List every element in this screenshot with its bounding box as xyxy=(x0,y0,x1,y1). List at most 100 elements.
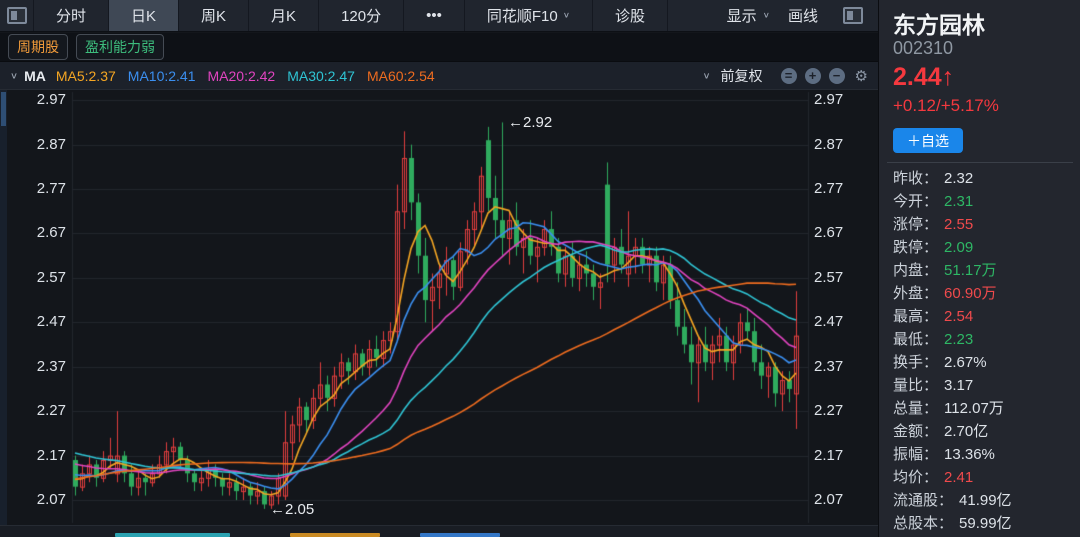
ma-group-label: MA xyxy=(24,68,46,84)
left-scrollbar[interactable] xyxy=(0,90,7,525)
collapse-left-panel-icon[interactable] xyxy=(0,0,34,31)
y-axis-label: 2.37 xyxy=(814,359,858,375)
stat-value: 2.23 xyxy=(944,328,973,351)
tab-0[interactable]: 分时 xyxy=(34,0,109,31)
tab-1[interactable]: 日K xyxy=(109,0,179,31)
y-axis-label: 2.27 xyxy=(814,403,858,419)
chevron-down-icon: ∨ xyxy=(763,11,770,20)
scrollbar-thumb[interactable] xyxy=(1,92,6,126)
stat-row: 跌停： 2.09 xyxy=(893,236,1075,259)
ma-indicator-bar: ∨ MA MA5:2.37MA10:2.41MA20:2.42MA30:2.47… xyxy=(0,62,878,90)
stat-value: 60.90万 xyxy=(944,282,997,305)
tab-label: 周K xyxy=(201,5,226,26)
tag-cyclical-stock[interactable]: 周期股 xyxy=(8,34,68,60)
stat-value: 13.36% xyxy=(944,443,995,466)
display-menu[interactable]: 显示 ∨ xyxy=(727,5,770,26)
stat-row: 换手：2.67% xyxy=(893,351,1075,374)
stat-row: 内盘： 51.17万 xyxy=(893,259,1075,282)
stat-label: 最低： xyxy=(893,328,938,351)
tab-label: 月K xyxy=(271,5,296,26)
zoom-buttons: = +− xyxy=(773,67,845,84)
zoom-out-button[interactable]: − xyxy=(829,68,845,84)
y-axis-label: 2.87 xyxy=(22,137,66,153)
quote-stats: 昨收：2.32今开：2.31涨停：2.55跌停：2.09内盘：51.17万外盘：… xyxy=(893,167,1075,535)
tab-7[interactable]: 诊股 xyxy=(593,0,668,31)
ma-legend-item: MA5:2.37 xyxy=(56,68,116,84)
tab-5[interactable]: ••• xyxy=(404,0,465,31)
tab-label: 诊股 xyxy=(615,5,645,26)
stat-value: 41.99亿 xyxy=(959,489,1012,512)
adjust-mode-dropdown[interactable]: 前复权 xyxy=(721,66,763,86)
add-watchlist-button[interactable]: ＋自选 xyxy=(893,128,963,153)
up-arrow-icon: ↑ xyxy=(942,63,955,91)
ma-legend-item: MA10:2.41 xyxy=(128,68,196,84)
ma-legend: MA5:2.37MA10:2.41MA20:2.42MA30:2.47MA60:… xyxy=(56,68,447,84)
stat-label: 金额： xyxy=(893,420,938,443)
y-axis-label: 2.37 xyxy=(22,359,66,375)
stat-label: 总量： xyxy=(893,397,938,420)
toolbar-right: 显示 ∨ 画线 xyxy=(727,0,878,31)
kline-chart-area: 2.972.972.872.872.772.772.672.672.572.57… xyxy=(0,90,878,525)
y-axis-label: 2.47 xyxy=(814,314,858,330)
tab-6[interactable]: 同花顺F10∨ xyxy=(465,0,593,31)
display-label: 显示 xyxy=(727,5,757,26)
cutoff-text-fragment xyxy=(420,533,500,537)
tab-4[interactable]: 120分 xyxy=(319,0,404,31)
panel-toggle-glyph xyxy=(843,7,863,24)
stat-label: 跌停： xyxy=(893,236,938,259)
stat-row: 振幅：13.36% xyxy=(893,443,1075,466)
tag-weak-profitability[interactable]: 盈利能力弱 xyxy=(76,34,164,60)
ma-bar-right: ∨ 前复权 = +− ⚙ xyxy=(702,66,868,86)
period-toolbar: 分时日K周K月K120分•••同花顺F10∨诊股 显示 ∨ 画线 xyxy=(0,0,878,32)
period-tabs: 分时 日K 周K 月K 120分 ••• 同花顺F10∨ 诊股 xyxy=(34,0,727,31)
stat-value: 51.17万 xyxy=(944,259,997,282)
tab-label: 日K xyxy=(131,5,156,26)
y-axis-label: 2.57 xyxy=(22,270,66,286)
stat-value: 2.70亿 xyxy=(944,420,988,443)
price-annotation: ←2.05 xyxy=(270,501,314,518)
y-axis-label: 2.67 xyxy=(814,225,858,241)
stat-row: 昨收：2.32 xyxy=(893,167,1075,190)
cutoff-text-fragment xyxy=(115,533,230,537)
draw-line-label: 画线 xyxy=(788,5,818,26)
gear-icon[interactable]: ⚙ xyxy=(855,67,868,85)
tab-2[interactable]: 周K xyxy=(179,0,249,31)
stock-name: 东方园林 xyxy=(893,6,985,40)
y-axis-label: 2.17 xyxy=(814,448,858,464)
stat-value: 2.54 xyxy=(944,305,973,328)
volume-pane-cutoff xyxy=(0,525,878,537)
stat-label: 外盘： xyxy=(893,282,938,305)
stat-row: 涨停：2.55 xyxy=(893,213,1075,236)
stat-row: 最低： 2.23 xyxy=(893,328,1075,351)
stat-row: 均价：2.41 xyxy=(893,466,1075,489)
price-annotation: ←2.92 xyxy=(508,114,552,131)
stat-row: 总量：112.07万 xyxy=(893,397,1075,420)
stat-label: 昨收： xyxy=(893,167,938,190)
price-value: 2.44 xyxy=(893,63,942,91)
collapse-right-panel-icon[interactable] xyxy=(836,7,870,24)
stock-code: 002310 xyxy=(893,38,953,59)
stat-value: 2.09 xyxy=(944,236,973,259)
stat-label: 内盘： xyxy=(893,259,938,282)
cutoff-text-fragment xyxy=(290,533,380,537)
panel-toggle-glyph xyxy=(7,7,27,24)
y-axis-label: 2.57 xyxy=(814,270,858,286)
reset-button[interactable]: = xyxy=(781,68,797,84)
chevron-down-icon[interactable]: ∨ xyxy=(10,70,18,80)
kline-canvas[interactable] xyxy=(0,90,878,525)
stat-label: 总股本： xyxy=(893,512,953,535)
stat-value: 2.41 xyxy=(944,466,973,489)
tab-label: 同花顺F10 xyxy=(487,5,558,26)
chevron-down-icon[interactable]: ∨ xyxy=(702,70,710,80)
y-axis-label: 2.77 xyxy=(22,181,66,197)
zoom-in-button[interactable]: + xyxy=(805,68,821,84)
stat-value: 2.67% xyxy=(944,351,987,374)
current-price: 2.44↑ xyxy=(893,63,954,92)
tab-label: ••• xyxy=(426,7,442,24)
draw-line-button[interactable]: 画线 xyxy=(788,5,818,26)
stat-row: 总股本：59.99亿 xyxy=(893,512,1075,535)
stat-row: 外盘： 60.90万 xyxy=(893,282,1075,305)
tab-3[interactable]: 月K xyxy=(249,0,319,31)
tag-row: 周期股 盈利能力弱 ⚙ xyxy=(0,33,878,62)
stat-row: 最高：2.54 xyxy=(893,305,1075,328)
